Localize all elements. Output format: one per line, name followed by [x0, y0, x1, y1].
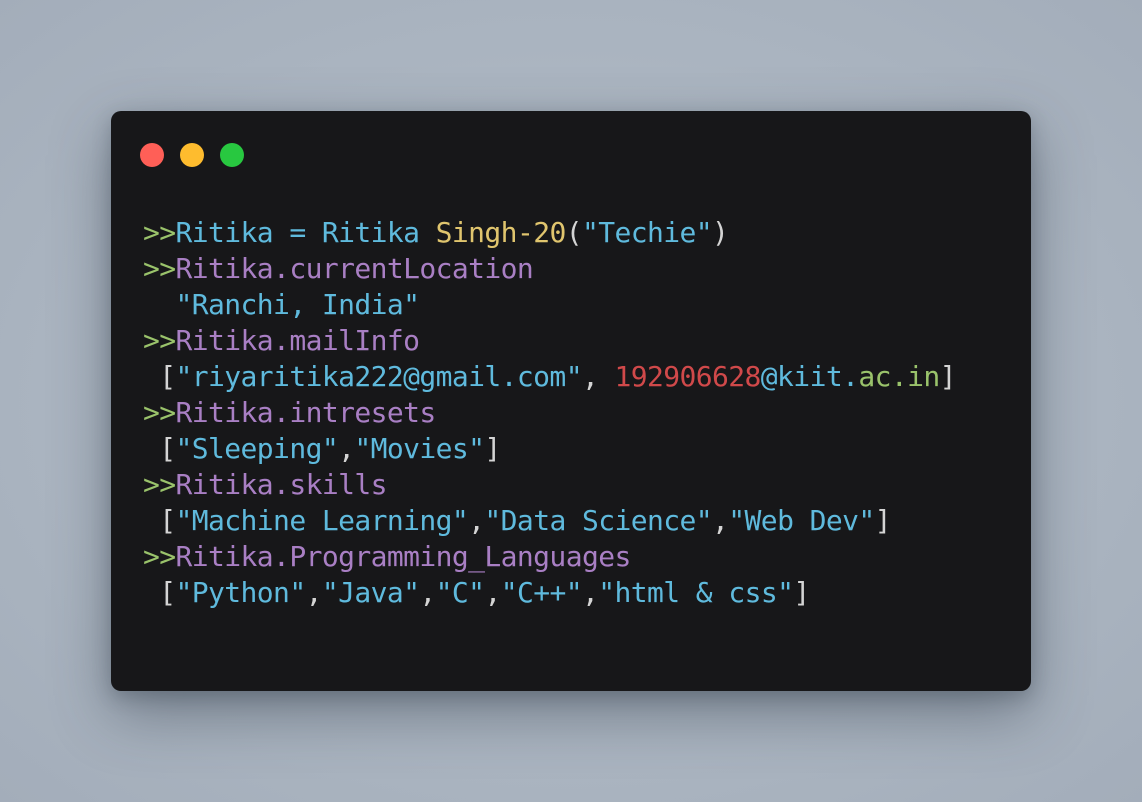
assignment-operator: = [273, 216, 322, 249]
prompt: >> [143, 468, 176, 501]
minimize-button[interactable] [180, 143, 204, 167]
comma: , [419, 576, 436, 609]
email-string: "riyaritika222@gmail.com" [175, 360, 583, 393]
close-bracket: ] [484, 432, 501, 465]
code-line-5: ["riyaritika222@gmail.com", 192906628@ki… [143, 359, 956, 395]
code-line-4: >>Ritika.mailInfo [143, 323, 956, 359]
close-bracket: ] [793, 576, 810, 609]
class-name: Ritika [321, 216, 436, 249]
code-line-3: "Ranchi, India" [143, 287, 956, 323]
separator: , [581, 360, 615, 393]
list-item: "Data Science" [484, 504, 713, 537]
email-domain-part: @kiit. [760, 360, 859, 393]
list-item: "Sleeping" [175, 432, 339, 465]
comma: , [484, 576, 501, 609]
code-line-11: ["Python","Java","C","C++","html & css"] [143, 575, 956, 611]
expression: Ritika.mailInfo [175, 324, 420, 357]
comma: , [338, 432, 355, 465]
list-item: "Machine Learning" [175, 504, 469, 537]
email-domain-suffix: ac.in [858, 360, 940, 393]
prompt: >> [143, 216, 176, 249]
terminal-window: >>Ritika = Ritika Singh-20("Techie") >>Ri… [111, 111, 1031, 691]
list-item: "Web Dev" [728, 504, 875, 537]
close-bracket: ] [939, 360, 957, 393]
email-number: 192906628 [614, 360, 761, 393]
list-item: "Movies" [354, 432, 485, 465]
code-line-2: >>Ritika.currentLocation [143, 251, 956, 287]
close-paren: ) [712, 216, 729, 249]
open-bracket: [ [143, 432, 176, 465]
open-bracket: [ [143, 360, 176, 393]
list-item: "C++" [500, 576, 583, 609]
prompt: >> [143, 324, 176, 357]
expression: Ritika.currentLocation [175, 252, 534, 285]
code-line-6: >>Ritika.intresets [143, 395, 956, 431]
list-item: "Java" [321, 576, 420, 609]
variable-name: Ritika [175, 216, 274, 249]
comma: , [305, 576, 323, 609]
code-line-9: ["Machine Learning","Data Science","Web … [143, 503, 956, 539]
prompt: >> [143, 252, 176, 285]
argument-string: "Techie" [581, 216, 713, 249]
close-button[interactable] [140, 143, 164, 167]
close-bracket: ] [874, 504, 892, 537]
comma: , [582, 576, 599, 609]
list-item: "C" [435, 576, 485, 609]
open-bracket: [ [143, 504, 176, 537]
maximize-button[interactable] [220, 143, 244, 167]
expression: Ritika.Programming_Languages [175, 540, 632, 573]
code-line-7: ["Sleeping","Movies"] [143, 431, 956, 467]
list-item: "html & css" [598, 576, 794, 609]
code-block: >>Ritika = Ritika Singh-20("Techie") >>Ri… [143, 215, 957, 611]
open-paren: ( [565, 216, 583, 249]
function-name: Singh-20 [435, 216, 567, 249]
prompt: >> [143, 540, 176, 573]
expression: Ritika.intresets [175, 396, 437, 429]
comma: , [468, 504, 485, 537]
comma: , [712, 504, 729, 537]
code-line-1: >>Ritika = Ritika Singh-20("Techie") [143, 215, 956, 251]
code-line-8: >>Ritika.skills [143, 467, 956, 503]
open-bracket: [ [143, 576, 176, 609]
location-value: "Ranchi, India" [175, 288, 420, 321]
list-item: "Python" [175, 576, 307, 609]
prompt: >> [143, 396, 176, 429]
code-line-10: >>Ritika.Programming_Languages [143, 539, 956, 575]
expression: Ritika.skills [175, 468, 388, 501]
